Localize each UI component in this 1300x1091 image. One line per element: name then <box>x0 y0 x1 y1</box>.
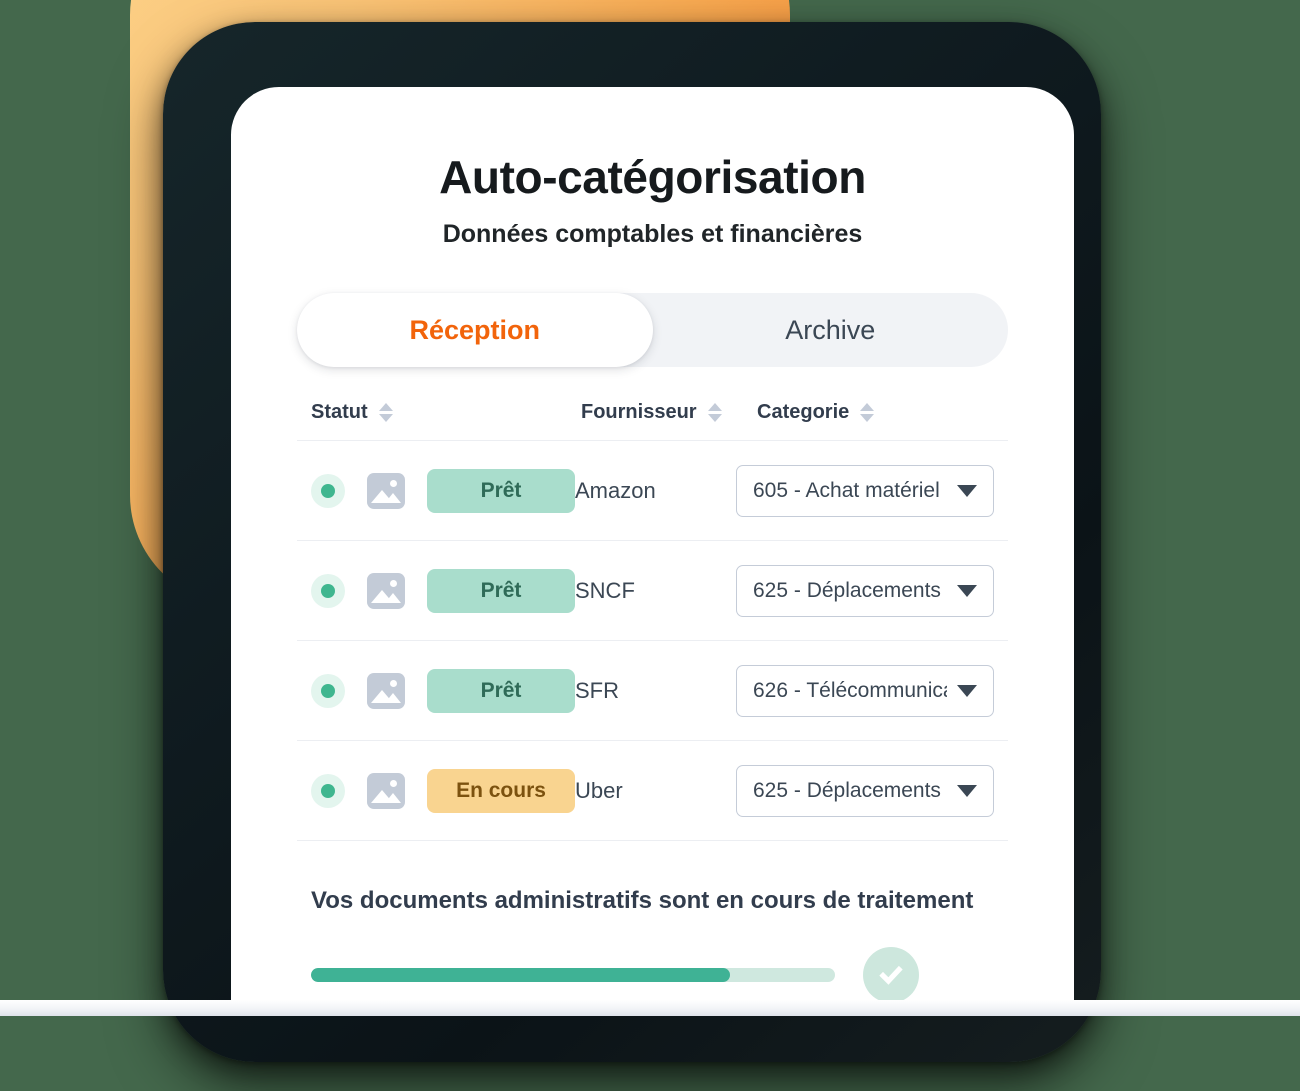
app-card: Auto-catégorisation Données comptables e… <box>231 87 1074 1004</box>
cell-categorie: 625 - Déplacements <box>736 564 994 617</box>
cell-statut: Prêt <box>311 668 575 713</box>
category-select-value: 625 - Déplacements <box>753 578 941 602</box>
sort-icon[interactable] <box>707 403 722 422</box>
status-badge: En cours <box>427 768 575 813</box>
table-row: Prêt Amazon 605 - Achat matériel <box>297 441 1008 541</box>
tab-reception[interactable]: Réception <box>297 293 653 367</box>
cell-statut: Prêt <box>311 568 575 613</box>
chevron-down-icon <box>957 784 977 797</box>
category-select[interactable]: 625 - Déplacements <box>736 564 994 617</box>
cell-fournisseur: Uber <box>575 777 623 803</box>
cell-categorie: 626 - Télécommunicat <box>736 664 994 717</box>
chevron-down-icon <box>957 684 977 697</box>
surface-band <box>0 1000 1300 1016</box>
column-header-statut-label: Statut <box>311 401 368 423</box>
status-badge: Prêt <box>427 668 575 713</box>
cell-fournisseur: Amazon <box>575 477 656 503</box>
column-header-fournisseur[interactable]: Fournisseur <box>581 401 757 424</box>
table-header-row: Statut Fournisseur Categorie <box>297 401 1008 441</box>
progress-bar <box>311 968 835 982</box>
category-select[interactable]: 605 - Achat matériel <box>736 464 994 517</box>
cell-categorie: 625 - Déplacements <box>736 764 994 817</box>
processing-message: Vos documents administratifs sont en cou… <box>311 887 974 914</box>
status-dot-icon <box>311 673 345 708</box>
category-select-value: 605 - Achat matériel <box>753 478 940 502</box>
status-badge: Prêt <box>427 568 575 613</box>
image-thumbnail-icon[interactable] <box>367 572 405 609</box>
cell-statut: Prêt <box>311 468 575 513</box>
image-thumbnail-icon[interactable] <box>367 672 405 709</box>
category-select[interactable]: 625 - Déplacements <box>736 764 994 817</box>
page-subtitle: Données comptables et financières <box>442 220 863 248</box>
chevron-down-icon <box>957 584 977 597</box>
status-dot-icon <box>311 473 345 508</box>
category-select[interactable]: 626 - Télécommunicat <box>736 664 994 717</box>
scene-background: Auto-catégorisation Données comptables e… <box>0 0 1300 1091</box>
cell-statut: En cours <box>311 768 575 813</box>
image-thumbnail-icon[interactable] <box>367 472 405 509</box>
category-select-value: 626 - Télécommunicat <box>753 678 947 702</box>
page-title: Auto-catégorisation <box>439 151 866 203</box>
table-row: Prêt SNCF 625 - Déplacements <box>297 541 1008 641</box>
progress-row <box>297 947 1008 1003</box>
table-row: Prêt SFR 626 - Télécommunicat <box>297 641 1008 741</box>
column-header-categorie-label: Categorie <box>757 401 850 423</box>
progress-bar-fill <box>311 968 731 982</box>
tab-bar: Réception Archive <box>297 293 1008 367</box>
sort-icon[interactable] <box>378 403 393 422</box>
cell-categorie: 605 - Achat matériel <box>736 464 994 517</box>
image-thumbnail-icon[interactable] <box>367 772 405 809</box>
status-dot-icon <box>311 573 345 608</box>
column-header-categorie[interactable]: Categorie <box>757 401 994 424</box>
category-select-value: 625 - Déplacements <box>753 778 941 802</box>
cell-fournisseur: SNCF <box>575 577 635 603</box>
table-row: En cours Uber 625 - Déplacements <box>297 741 1008 841</box>
status-badge: Prêt <box>427 468 575 513</box>
column-header-fournisseur-label: Fournisseur <box>581 401 697 423</box>
column-header-statut[interactable]: Statut <box>311 401 581 424</box>
chevron-down-icon <box>957 484 977 497</box>
documents-table: Statut Fournisseur Categorie Prêt Amazon… <box>297 401 1008 841</box>
tab-archive[interactable]: Archive <box>653 293 1009 367</box>
cell-fournisseur: SFR <box>575 677 619 703</box>
sort-icon[interactable] <box>860 403 875 422</box>
check-circle-icon <box>863 947 919 1003</box>
processing-footer: Vos documents administratifs sont en cou… <box>297 887 1008 1003</box>
status-dot-icon <box>311 773 345 808</box>
